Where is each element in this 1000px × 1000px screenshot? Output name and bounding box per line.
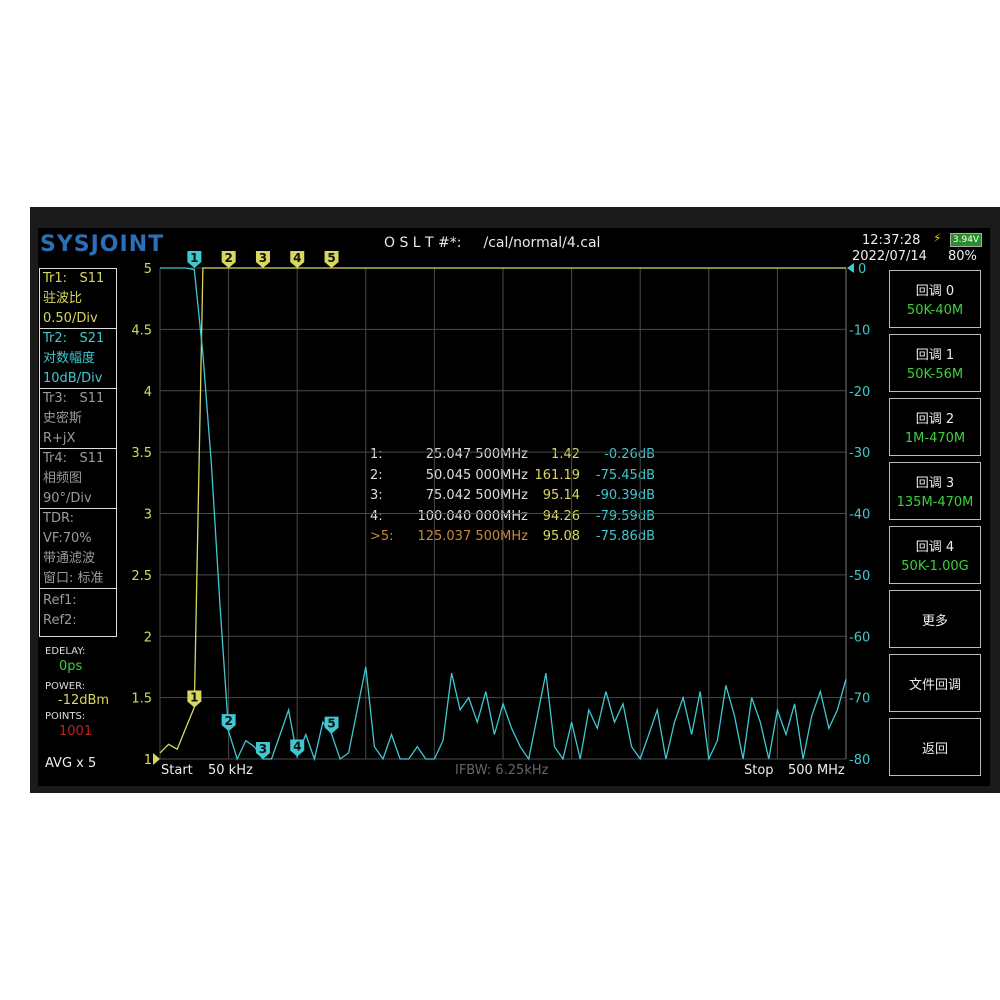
right-axis-tick-label: -70: [849, 692, 870, 707]
right-axis-tick-label: -30: [849, 446, 870, 461]
left-axis-tick-label: 2.5: [131, 569, 152, 584]
s21-reference-arrow-icon: [847, 263, 854, 273]
right-axis-tick-label: -80: [849, 753, 870, 768]
left-axis-tick-label: 1.5: [131, 692, 152, 707]
right-axis-tick-label: -20: [849, 385, 870, 400]
right-axis-tick-label: -60: [849, 630, 870, 645]
left-axis-tick-label: 2: [144, 630, 152, 645]
marker-5-s21[interactable]: 5: [324, 716, 339, 734]
marker-number: 4: [293, 739, 301, 753]
marker-2-vswr[interactable]: 2: [221, 251, 236, 268]
left-axis-tick-label: 3.5: [131, 446, 152, 461]
marker-number: 2: [224, 714, 232, 728]
chart-plot[interactable]: 1 1.5 2 2.5 3 3.5 4 4.5 5 0 -10 -20 -30 -40 -50 -60 -70 -…: [0, 0, 1000, 1000]
marker-number: 5: [327, 717, 335, 731]
marker-1-s21[interactable]: 1: [187, 251, 202, 268]
marker-5-vswr[interactable]: 5: [324, 251, 339, 268]
marker-number: 3: [259, 742, 267, 756]
right-axis-tick-label: -50: [849, 569, 870, 584]
right-axis-tick-label: -10: [849, 323, 870, 338]
marker-3-s21[interactable]: 3: [255, 742, 270, 759]
marker-1-vswr[interactable]: 1: [187, 690, 202, 708]
marker-number: 1: [190, 690, 198, 704]
vswr-reference-arrow-icon: [153, 753, 160, 765]
left-axis-tick-label: 5: [144, 262, 152, 277]
right-axis-tick-label: -40: [849, 508, 870, 523]
marker-2-s21[interactable]: 2: [221, 714, 236, 732]
marker-number: 3: [259, 251, 267, 265]
right-axis-tick-label: 0: [858, 262, 866, 277]
marker-4-s21[interactable]: 4: [290, 739, 305, 757]
marker-3-vswr[interactable]: 3: [255, 251, 270, 268]
marker-number: 4: [293, 251, 301, 265]
marker-4-vswr[interactable]: 4: [290, 251, 305, 268]
marker-number: 1: [190, 251, 198, 265]
marker-number: 2: [224, 251, 232, 265]
marker-number: 5: [327, 251, 335, 265]
left-axis-tick-label: 3: [144, 508, 152, 523]
left-axis-tick-label: 4: [144, 385, 152, 400]
left-axis-tick-label: 1: [144, 753, 152, 768]
left-axis-tick-label: 4.5: [131, 323, 152, 338]
